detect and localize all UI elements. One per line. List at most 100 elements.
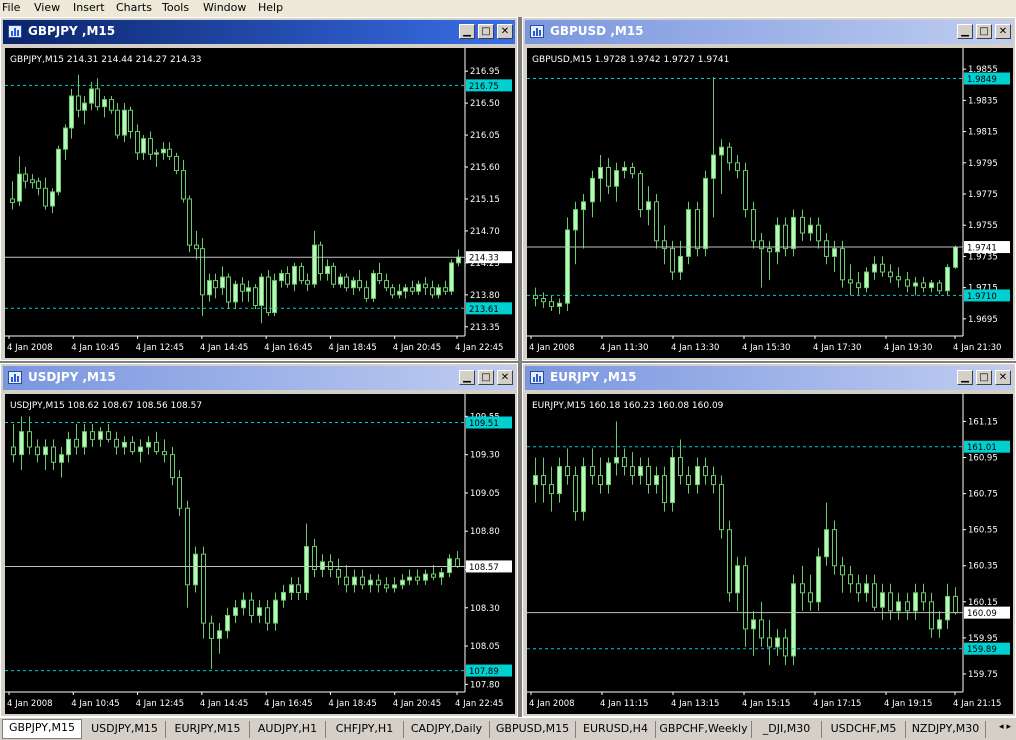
window-titlebar[interactable]: EURJPY ,M15 ▁ □ ✕ (525, 366, 1013, 390)
window-title: EURJPY ,M15 (550, 370, 637, 384)
time-tick-label: 4 Jan 15:15 (742, 699, 790, 709)
candle-body (352, 576, 357, 586)
candle-body (95, 88, 100, 108)
maximize-button[interactable]: □ (976, 370, 992, 385)
candle-body (953, 595, 958, 614)
time-tick-label: 4 Jan 18:45 (328, 699, 376, 709)
price-tick-label: 159.95 (968, 634, 998, 644)
candle-body (913, 282, 918, 287)
tab-eurjpy-m15[interactable]: EURJPY,M15 (166, 721, 250, 738)
candle-body (106, 431, 111, 440)
high-level-tag: 1.9849 (967, 75, 997, 85)
candle-body (233, 607, 238, 616)
time-tick-label: 4 Jan 18:45 (328, 343, 376, 353)
menu-help[interactable]: Help (258, 1, 283, 14)
maximize-button[interactable]: □ (478, 24, 494, 39)
window-titlebar[interactable]: GBPJPY ,M15 ▁ □ ✕ (3, 20, 515, 44)
tab-eurusd-h4[interactable]: EURUSD,H4 (576, 721, 656, 738)
price-chart[interactable]: 1.9855 1.9835 1.9815 1.9795 1.9775 1.9755 1.97… (527, 48, 1013, 358)
tab-usdjpy-m15[interactable]: USDJPY,M15 (84, 721, 166, 738)
chart-svg: 161.15 160.95 160.75 160.55 160.35 160.15 159.… (527, 394, 1010, 709)
tab-gbpusd-m15[interactable]: GBPUSD,M15 (490, 721, 576, 738)
candle-body (114, 438, 119, 448)
window-titlebar[interactable]: USDJPY ,M15 ▁ □ ✕ (3, 366, 515, 390)
candle-body (289, 584, 294, 593)
menu-tools[interactable]: Tools (162, 1, 189, 14)
candle-body (775, 637, 780, 648)
candle-body (727, 529, 732, 594)
price-tick-label: 215.15 (470, 195, 500, 205)
candle-body (456, 256, 461, 264)
candle-body (896, 276, 901, 281)
tab-dji-m30[interactable]: _DJI,M30 (752, 721, 822, 738)
candle-body (376, 579, 381, 586)
maximize-button[interactable]: □ (478, 370, 494, 385)
candle-body (225, 614, 230, 632)
minimize-button[interactable]: ▁ (957, 370, 973, 385)
tab-gbpjpy-m15[interactable]: GBPJPY,M15 (2, 719, 82, 739)
candle-body (415, 576, 420, 581)
close-button[interactable]: ✕ (497, 24, 513, 39)
candle-body (686, 475, 691, 486)
candle-body (368, 579, 373, 586)
tab-scroll-arrows[interactable]: ◂▸ (999, 722, 1014, 732)
candle-body (864, 583, 869, 594)
price-chart[interactable]: 216.95 216.50 216.05 215.60 215.15 214.70 214.… (5, 48, 515, 358)
current-price-tag: 108.57 (469, 563, 499, 573)
candle-body (727, 146, 732, 164)
chart-overlay: 161.15 160.95 160.75 160.55 160.35 160.15 159.… (527, 394, 1010, 709)
chart-window-icon (530, 25, 544, 38)
candle-body (246, 287, 251, 292)
chart-window-usdjpy[interactable]: USDJPY ,M15 ▁ □ ✕ 109.55109.30109.05108.… (0, 363, 518, 717)
menu-file[interactable]: File (2, 1, 20, 14)
candle-body (82, 431, 87, 448)
candle-body (945, 266, 950, 292)
chart-window-gbpjpy[interactable]: GBPJPY ,M15 ▁ □ ✕ 216.95 216.50 216.05 215.… (0, 17, 518, 361)
maximize-button[interactable]: □ (976, 24, 992, 39)
candle-body (848, 574, 853, 585)
menu-view[interactable]: View (34, 1, 60, 14)
price-chart[interactable]: 161.15 160.95 160.75 160.55 160.35 160.15 159.… (527, 394, 1013, 714)
price-tick-label: 161.15 (968, 417, 998, 427)
candle-body (581, 466, 586, 513)
menu-insert[interactable]: Insert (73, 1, 105, 14)
chart-window-eurjpy[interactable]: EURJPY ,M15 ▁ □ ✕ 161.15 160.95 160.75 160.… (522, 363, 1016, 717)
minimize-button[interactable]: ▁ (957, 24, 973, 39)
tab-gbpchf-weekly[interactable]: GBPCHF,Weekly (656, 721, 752, 738)
tab-audjpy-h1[interactable]: AUDJPY,H1 (250, 721, 326, 738)
price-tick-label: 215.60 (470, 163, 500, 173)
chart-svg: 1.98551.98351.98151.97951.97751.97551.97… (527, 48, 1010, 353)
candle-body (816, 556, 821, 603)
tab-nzdjpy-m30[interactable]: NZDJPY,M30 (906, 721, 986, 738)
close-button[interactable]: ✕ (995, 24, 1011, 39)
chart-window-gbpusd[interactable]: GBPUSD ,M15 ▁ □ ✕ 1.9855 1.9835 1.9815 1.97… (522, 17, 1016, 361)
price-chart[interactable]: 109.55109.30109.05108.80108.55108.30108.… (5, 394, 515, 714)
minimize-button[interactable]: ▁ (459, 370, 475, 385)
candle-body (743, 170, 748, 211)
candle-body (193, 553, 198, 586)
tab-usdchf-m5[interactable]: USDCHF,M5 (822, 721, 906, 738)
candle-body (735, 565, 740, 594)
candle-body (565, 229, 570, 304)
price-tick-label: 214.70 (470, 227, 500, 237)
candle-body (207, 280, 212, 296)
candle-body (336, 569, 341, 578)
menu-charts[interactable]: Charts (116, 1, 152, 14)
candle-body (23, 173, 28, 182)
time-tick-label: 4 Jan 22:45 (455, 699, 503, 709)
tab-chfjpy-h1[interactable]: CHFJPY,H1 (326, 721, 404, 738)
candle-body (791, 583, 796, 657)
minimize-button[interactable]: ▁ (459, 24, 475, 39)
close-button[interactable]: ✕ (995, 370, 1011, 385)
candle-body (447, 558, 452, 574)
tab-cadjpy-daily[interactable]: CADJPY,Daily (404, 721, 490, 738)
candle-body (630, 166, 635, 175)
window-titlebar[interactable]: GBPUSD ,M15 ▁ □ ✕ (525, 20, 1013, 44)
candle-body (880, 263, 885, 273)
low-level-tag: 107.89 (469, 667, 499, 677)
candle-body (711, 475, 716, 486)
close-button[interactable]: ✕ (497, 370, 513, 385)
candle-body (654, 475, 659, 486)
menu-window[interactable]: Window (203, 1, 246, 14)
price-tick-label: 108.05 (470, 642, 500, 652)
